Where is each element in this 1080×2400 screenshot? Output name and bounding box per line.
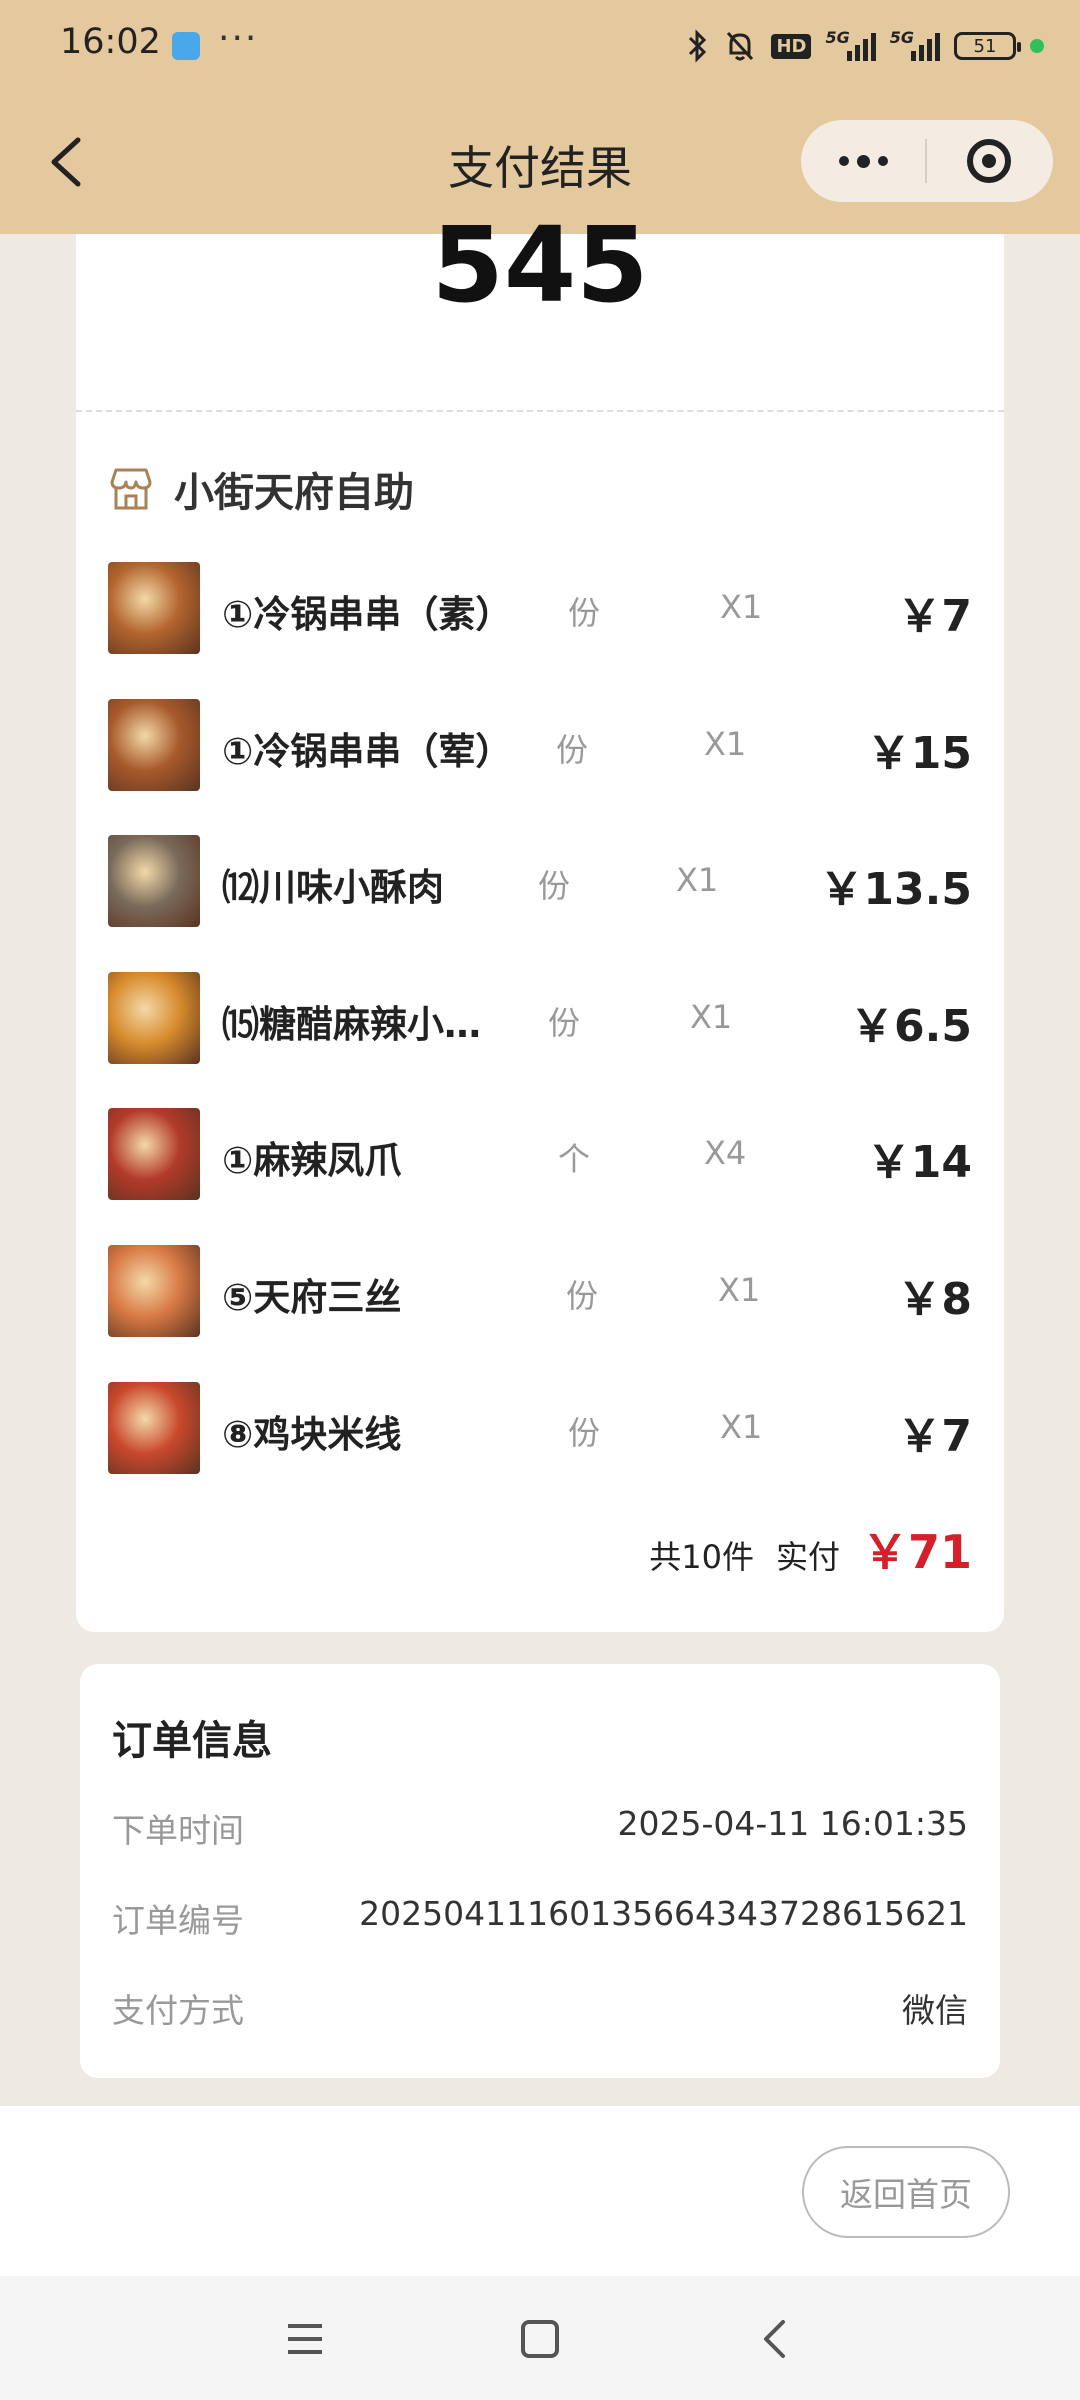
item-unit: 份 [548,1003,581,1042]
order-number-label: 订单编号 [112,1901,244,1940]
item-quantity: X1 [704,724,747,763]
close-miniprogram-button[interactable] [927,120,1051,202]
order-item-row: ①麻辣凤爪 个 X4 ￥14 [108,1108,972,1201]
item-unit: 份 [538,867,571,906]
item-price: ￥7 [897,1410,972,1462]
item-quantity: X1 [720,588,763,626]
mute-bell-icon [723,29,757,63]
dashed-divider [76,410,1004,412]
order-item-row: ①冷锅串串（素） 份 X1 ￥7 [108,562,972,654]
order-item-row: ①冷锅串串（荤） 份 X1 ￥15 [108,698,972,791]
status-bar: 16:02 ··· HD 5G 5G 51 [0,0,1080,92]
paid-label: 实付 [775,1538,840,1576]
notification-app-icon [172,32,200,60]
item-name: ⑤天府三丝 [222,1276,402,1319]
item-quantity: X4 [704,1134,747,1173]
order-item-row: ⑧鸡块米线 份 X1 ￥7 [108,1381,972,1474]
pickup-number: 545 [431,204,649,314]
item-unit: 份 [568,594,601,632]
item-unit: 份 [568,1413,601,1452]
item-name: ①冷锅串串（素） [222,593,513,636]
battery-icon: 51 [954,32,1021,60]
order-number-row: 订单编号 2025041116013566434372861562​1 [112,1894,968,1944]
item-thumbnail [108,1245,200,1337]
payment-method-value: 微信 [902,1991,968,2030]
status-icons: HD 5G 5G 51 [687,24,1044,68]
item-name: ⑿川味小酥肉 [222,866,444,910]
bluetooth-icon [687,29,709,63]
order-card: 545 小街天府自助 ①冷锅串串（素） 份 X1 ￥7 ①冷锅串串（荤） 份 X1 ￥15 ⑿川… [76,204,1004,1632]
item-price: ￥15 [866,727,972,779]
item-thumbnail [108,698,200,791]
item-thumbnail [108,1108,200,1201]
privacy-indicator-icon [1030,39,1044,53]
payment-method-row: 支付方式 微信 [112,1984,968,2034]
item-name: ⑧鸡块米线 [222,1412,402,1456]
item-unit: 个 [558,1140,591,1179]
item-quantity: X1 [676,861,719,900]
order-time-label: 下单时间 [112,1811,244,1850]
total-count: 共10件 [649,1538,754,1576]
signal-icon-2: 5G [890,30,940,61]
payment-method-label: 支付方式 [112,1991,244,2030]
item-thumbnail [108,971,200,1064]
order-info-title: 订单信息 [112,1718,272,1764]
item-price: ￥7 [897,591,972,642]
order-item-row: ⑿川味小酥肉 份 X1 ￥13.5 [108,835,972,928]
signal-icon: 5G [825,30,876,61]
item-quantity: X1 [690,997,733,1036]
order-item-row: ⒂糖醋麻辣小… 份 X1 ￥6.5 [108,971,972,1064]
item-name: ①麻辣凤爪 [222,1139,402,1183]
return-home-button[interactable]: 返回首页 [802,2146,1010,2238]
more-menu-button[interactable] [801,120,925,202]
order-time-value: 2025-04-11 16:01:35 [617,1804,968,1843]
item-quantity: X1 [718,1271,761,1309]
paid-amount: ￥71 [861,1525,972,1579]
store-icon [110,468,152,510]
item-price: ￥14 [866,1137,972,1189]
header: 16:02 ··· HD 5G 5G 51 支付结果 [0,0,1080,234]
item-thumbnail [108,562,200,654]
item-price: ￥8 [897,1274,972,1325]
order-summary: 共10件 实付 ￥71 [649,1516,972,1582]
item-thumbnail [108,835,200,928]
order-item-row: ⑤天府三丝 份 X1 ￥8 [108,1245,972,1337]
store-name: 小街天府自助 [174,470,414,516]
menu-icon[interactable] [280,2314,330,2364]
miniprogram-capsule [801,120,1053,202]
target-icon [967,139,1011,183]
home-square-icon[interactable] [515,2314,565,2364]
item-price: ￥6.5 [850,1000,972,1052]
item-name: ⒂糖醋麻辣小… [222,1002,481,1046]
item-name: ①冷锅串串（荤） [222,729,513,773]
status-time: 16:02 [60,22,161,62]
item-unit: 份 [566,1277,599,1315]
order-info-card: 订单信息 下单时间 2025-04-11 16:01:35 订单编号 20250… [80,1664,1000,2078]
store-header: 小街天府自助 [108,460,414,518]
more-notifications-icon: ··· [218,18,259,59]
order-number-value: 2025041116013566434372861562​1 [359,1894,968,1933]
back-triangle-icon[interactable] [750,2314,800,2364]
order-time-row: 下单时间 2025-04-11 16:01:35 [112,1804,968,1854]
item-price: ￥13.5 [819,864,972,916]
item-thumbnail [108,1381,200,1474]
bottom-action-bar: 返回首页 [0,2106,1080,2276]
item-unit: 份 [556,730,589,769]
hd-voice-badge: HD [771,33,812,59]
system-nav-bar [0,2276,1080,2400]
item-quantity: X1 [720,1407,763,1446]
